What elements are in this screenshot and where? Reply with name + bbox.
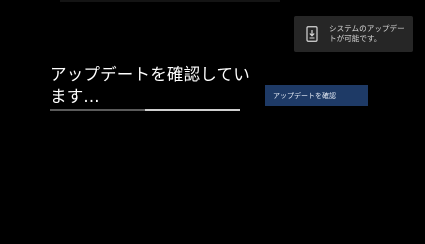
checking-status-text: アップデートを確認しています...	[50, 65, 250, 106]
phone-download-icon	[306, 26, 318, 42]
top-divider	[60, 0, 280, 2]
system-update-toast: システムのアップデートが可能です。	[294, 16, 413, 52]
update-progress-bar	[50, 109, 240, 111]
toast-message: システムのアップデートが可能です。	[329, 24, 405, 43]
check-updates-button[interactable]: アップデートを確認	[265, 85, 368, 106]
update-progress-fill	[50, 109, 145, 111]
